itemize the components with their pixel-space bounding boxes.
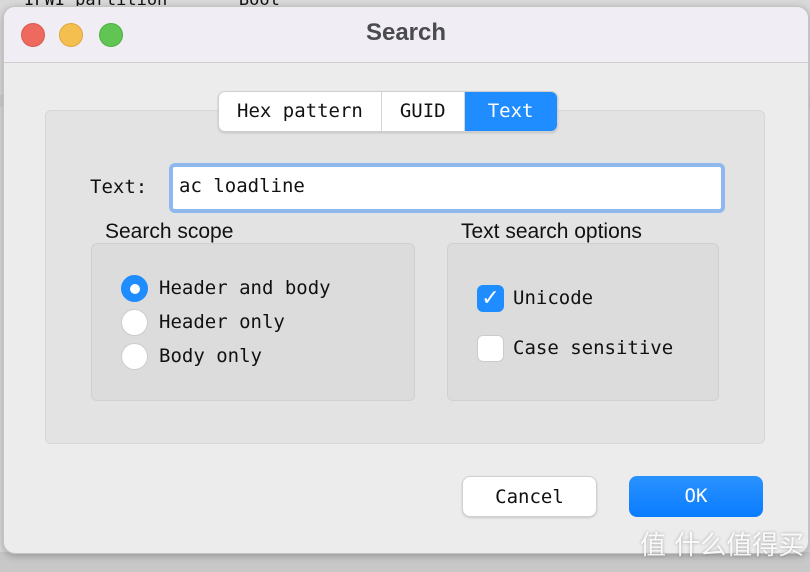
checkbox-label: Case sensitive xyxy=(513,337,674,359)
radio-body-only[interactable] xyxy=(121,343,148,370)
tab-hex-pattern[interactable]: Hex pattern xyxy=(219,92,382,131)
text-options-title: Text search options xyxy=(461,220,642,243)
cancel-button[interactable]: Cancel xyxy=(462,476,597,517)
text-input[interactable]: ac loadline xyxy=(169,163,725,213)
window-title: Search xyxy=(365,19,447,46)
radio-label: Header and body xyxy=(159,277,331,299)
radio-header-only[interactable] xyxy=(121,309,148,336)
watermark: 值 什么值得买 xyxy=(640,531,805,561)
text-options-group xyxy=(447,243,719,401)
ok-button[interactable]: OK xyxy=(629,476,763,517)
search-type-tabs: Hex pattern GUID Text xyxy=(218,91,558,132)
tab-text[interactable]: Text xyxy=(464,92,557,131)
radio-label: Body only xyxy=(159,345,262,367)
checkbox-unicode[interactable]: ✓ xyxy=(477,285,504,312)
checkmark-icon: ✓ xyxy=(481,286,500,311)
radio-header-and-body[interactable] xyxy=(121,275,148,302)
search-scope-title: Search scope xyxy=(105,220,234,243)
search-dialog: Search Hex pattern GUID Text Text: ac lo… xyxy=(3,6,809,554)
radio-label: Header only xyxy=(159,311,285,333)
checkbox-label: Unicode xyxy=(513,287,594,309)
checkbox-case-sensitive[interactable] xyxy=(477,335,504,362)
tab-guid[interactable]: GUID xyxy=(382,92,465,131)
title-bar: Search xyxy=(4,7,808,63)
text-label: Text: xyxy=(90,176,148,198)
